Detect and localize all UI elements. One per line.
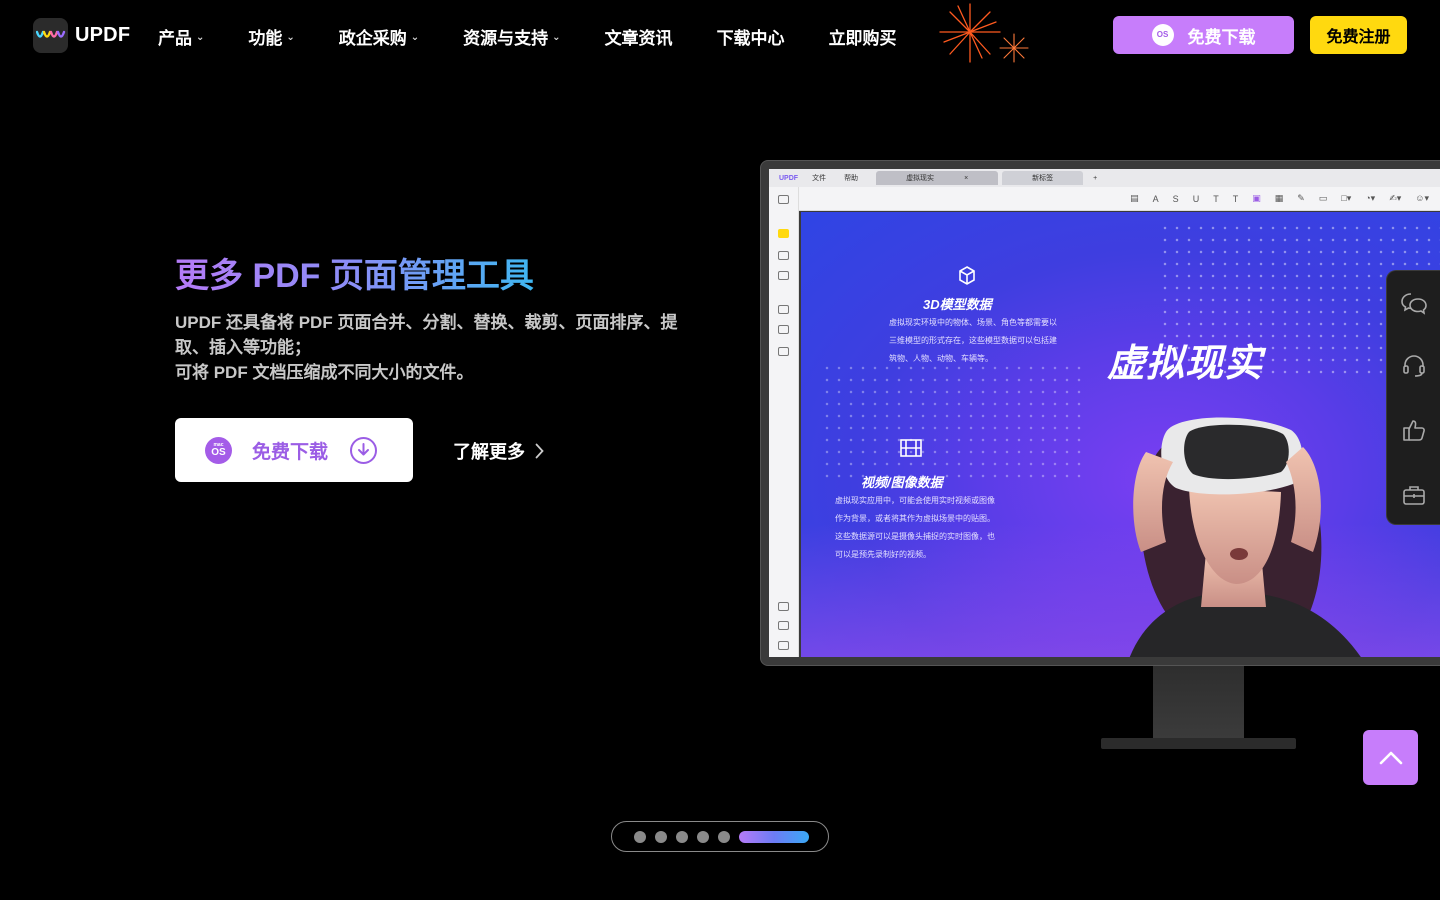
user-icon: ☺▾ xyxy=(1415,193,1429,203)
slide-section-heading: 3D模型数据 xyxy=(923,297,992,312)
pdf-slide: 3D模型数据 虚拟现实环境中的物体、场景、角色等都需要以 三维模型的形式存在，这… xyxy=(801,212,1440,657)
3d-cube-icon xyxy=(959,266,975,285)
macos-icon: OS xyxy=(1151,24,1174,46)
nav-item-buy-now[interactable]: 立即购买 xyxy=(829,24,897,49)
fireworks-icon xyxy=(939,3,1029,63)
text-icon: T xyxy=(1213,193,1219,204)
edit-icon xyxy=(778,251,789,260)
signature-icon: ✍▾ xyxy=(1389,193,1402,203)
bookmark-icon xyxy=(778,621,789,630)
chevron-down-icon: ⌄ xyxy=(552,32,561,43)
comment-icon: ▤ xyxy=(1130,193,1139,203)
nav-item-articles[interactable]: 文章资讯 xyxy=(605,24,673,49)
pager-dot-active[interactable] xyxy=(739,830,809,843)
carousel-pager xyxy=(611,821,829,852)
download-arrow-icon xyxy=(350,436,378,464)
macos-icon: mac OS xyxy=(205,436,232,464)
wechat-icon[interactable] xyxy=(1400,289,1428,317)
chevron-down-icon: ⌄ xyxy=(196,32,205,43)
logo-text: UPDF xyxy=(75,24,131,46)
pager-dot[interactable] xyxy=(676,830,688,843)
comment-mode-icon xyxy=(778,229,789,238)
eraser-icon: ▭ xyxy=(1318,193,1328,203)
hero-download-button[interactable]: mac OS 免费下载 xyxy=(175,418,413,482)
shape-icon: □▾ xyxy=(1341,193,1352,203)
pager-dot[interactable] xyxy=(655,830,667,843)
organize-icon xyxy=(778,271,789,280)
logo[interactable]: UPDF xyxy=(33,18,130,53)
pager-dot[interactable] xyxy=(718,830,730,843)
pager-dot[interactable] xyxy=(697,830,709,843)
pen-icon: ✎ xyxy=(1297,193,1305,203)
top-navigation: UPDF 产品 ⌄ 功能 ⌄ 政企采购 ⌄ 资源与支持 ⌄ 文章资讯 下载中心 立即购买… xyxy=(0,0,1440,72)
slide-section-body: 虚拟现实环境中的物体、场景、角色等都需要以 三维模型的形式存在，这些模型数据可以… xyxy=(889,318,1057,363)
back-to-top-button[interactable] xyxy=(1363,730,1418,785)
nav-download-button[interactable]: OS 免费下载 xyxy=(1113,16,1294,54)
vr-headset-person-image xyxy=(1129,417,1361,657)
monitor-mockup: UPDF 文件 帮助 虚拟现实 × 新标签 + ▤ A S U T T ▣ ▦ ✎… xyxy=(760,160,1440,666)
ocr-icon xyxy=(778,347,789,356)
chevron-down-icon: ⌄ xyxy=(286,32,295,43)
app-sidebar xyxy=(769,187,799,657)
slide-title: 虚拟现实 xyxy=(1107,343,1264,385)
app-toolbar: ▤ A S U T T ▣ ▦ ✎ ▭ □▾ ◔▾ ✍▾ ☺▾ xyxy=(769,187,1440,211)
callout-icon: ▣ xyxy=(1252,193,1261,203)
slide-section-heading: 视频/图像数据 xyxy=(861,475,943,490)
chevron-up-icon xyxy=(1379,751,1402,764)
text-box-icon: T xyxy=(1232,193,1239,204)
nav-item-download-center[interactable]: 下载中心 xyxy=(717,24,785,49)
chevron-right-icon xyxy=(535,443,544,459)
nav-item-enterprise[interactable]: 政企采购 ⌄ xyxy=(339,24,419,49)
monitor-stand xyxy=(1153,666,1244,738)
note-icon: ▦ xyxy=(1274,193,1284,203)
slide-section-body: 虚拟现实应用中，可能会使用实时视频或图像 作为背景，或者将其作为虚拟场景中的贴图… xyxy=(835,496,995,559)
protect-icon xyxy=(778,325,789,334)
stamp-icon: ◔▾ xyxy=(1365,193,1376,203)
updf-logo-icon xyxy=(33,18,68,53)
nav-item-products[interactable]: 产品 ⌄ xyxy=(158,24,204,49)
learn-more-link[interactable]: 了解更多 xyxy=(453,438,544,464)
nav-item-resources[interactable]: 资源与支持 ⌄ xyxy=(463,24,560,49)
app-tab: 虚拟现实 × xyxy=(876,171,999,185)
customer-service-icon[interactable] xyxy=(1400,352,1428,380)
highlight-icon: A xyxy=(1152,193,1159,204)
nav-item-features[interactable]: 功能 ⌄ xyxy=(248,24,294,49)
underline-icon: U xyxy=(1192,193,1200,204)
hero-title: 更多 PDF 页面管理工具 xyxy=(175,248,534,297)
chevron-down-icon: ⌄ xyxy=(410,32,420,43)
film-icon xyxy=(900,439,922,457)
monitor-base xyxy=(1101,738,1296,749)
attachment-icon xyxy=(778,641,789,650)
register-button[interactable]: 免费注册 xyxy=(1310,16,1407,54)
app-title-bar: UPDF 文件 帮助 虚拟现实 × 新标签 + xyxy=(769,169,1440,187)
form-icon xyxy=(778,305,789,314)
layers-icon xyxy=(778,602,789,611)
reader-icon xyxy=(778,195,789,204)
hero-description: UPDF 还具备将 PDF 页面合并、分割、替换、裁剪、页面排序、提取、插入等功… xyxy=(175,313,678,382)
pager-dot[interactable] xyxy=(634,830,646,843)
nav-menu: 产品 ⌄ 功能 ⌄ 政企采购 ⌄ 资源与支持 ⌄ 文章资讯 下载中心 立即购买 xyxy=(158,24,941,49)
app-tab: 新标签 xyxy=(1002,171,1084,185)
strikethrough-icon: S xyxy=(1172,193,1179,204)
